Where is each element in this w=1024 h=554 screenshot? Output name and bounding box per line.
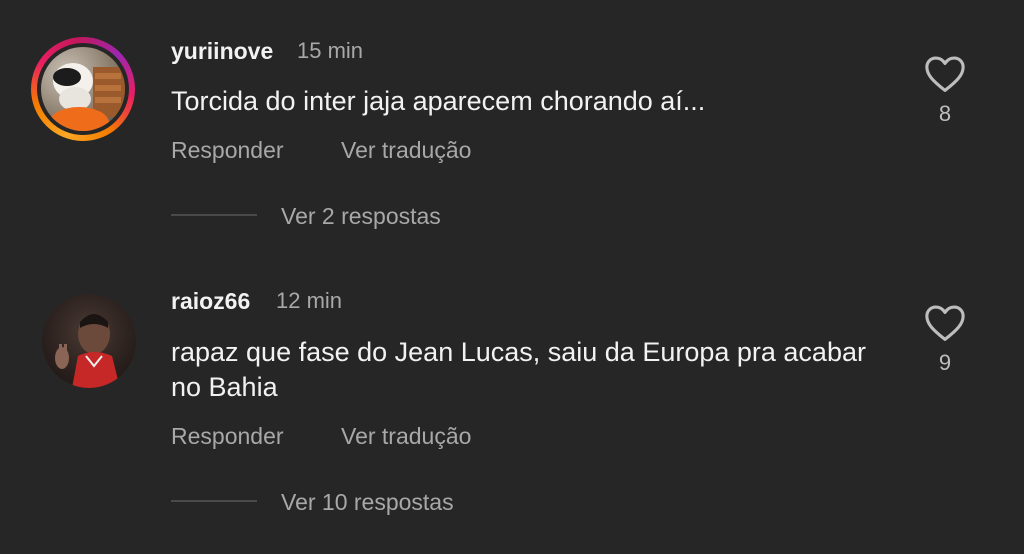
comment-username[interactable]: raioz66: [171, 288, 250, 315]
comment-text: rapaz que fase do Jean Lucas, saiu da Eu…: [171, 337, 866, 402]
comment-timestamp: 12 min: [276, 288, 343, 313]
like-button[interactable]: 8: [918, 55, 972, 127]
view-replies-button[interactable]: Ver 10 respostas: [281, 489, 454, 516]
like-button[interactable]: 9: [918, 304, 972, 376]
see-translation-button[interactable]: Ver tradução: [341, 137, 471, 164]
avatar-story-ring[interactable]: [31, 37, 135, 141]
avatar[interactable]: [42, 294, 136, 388]
comment-username[interactable]: yuriinove: [171, 38, 273, 65]
view-replies-button[interactable]: Ver 2 respostas: [281, 203, 441, 230]
heart-outline-icon[interactable]: [924, 304, 966, 342]
avatar[interactable]: [41, 47, 125, 131]
like-count: 9: [938, 350, 952, 375]
reply-button[interactable]: Responder: [171, 423, 284, 450]
avatar-photo: [55, 314, 120, 388]
replies-divider: [171, 214, 257, 216]
heart-outline-icon[interactable]: [924, 55, 966, 93]
avatar-photo: [49, 63, 125, 131]
reply-button[interactable]: Responder: [171, 137, 284, 164]
comment-text: Torcida do inter jaja aparecem chorando …: [171, 86, 706, 116]
replies-divider: [171, 500, 257, 502]
like-count: 8: [938, 101, 952, 126]
comment-timestamp: 15 min: [297, 38, 364, 63]
see-translation-button[interactable]: Ver tradução: [341, 423, 471, 450]
